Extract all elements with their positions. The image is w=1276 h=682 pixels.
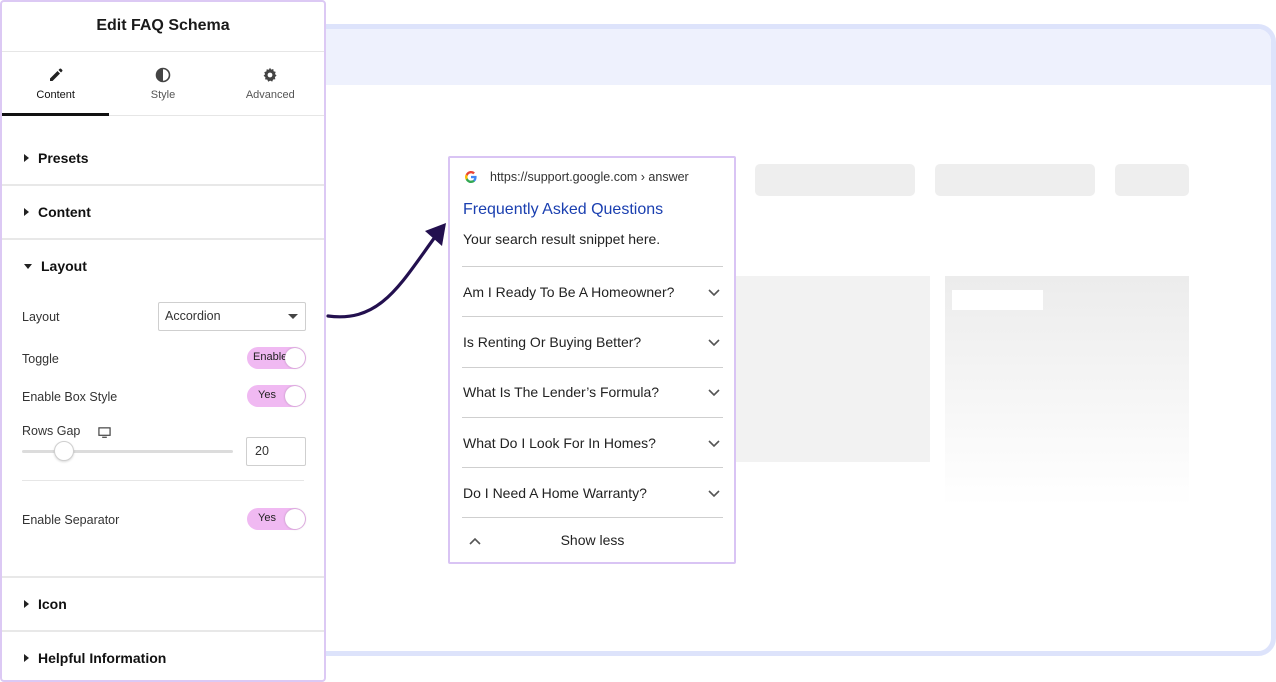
layout-select-value: Accordion (165, 309, 221, 323)
caret-right-icon (24, 654, 29, 662)
divider (22, 480, 304, 481)
placeholder-bar (935, 164, 1095, 196)
toggle-knob (285, 348, 305, 368)
section-header[interactable]: Layout (2, 240, 324, 292)
background-browser-frame (300, 24, 1276, 656)
section-title: Helpful Information (38, 650, 167, 666)
panel-tabs: Content Style Advanced (2, 52, 324, 116)
chevron-down-icon (708, 439, 720, 447)
monitor-icon[interactable] (98, 426, 111, 439)
tab-content[interactable]: Content (2, 52, 110, 116)
separator-label: Enable Separator (22, 513, 120, 527)
dropdown-arrow-icon (288, 314, 298, 319)
placeholder-card (945, 276, 1189, 506)
faq-question-text: Do I Need A Home Warranty? (463, 484, 647, 501)
layout-select[interactable]: Accordion (158, 302, 306, 331)
gear-icon (263, 67, 277, 82)
chevron-down-icon (708, 339, 720, 347)
caret-right-icon (24, 208, 29, 216)
faq-question[interactable]: Is Renting Or Buying Better? (462, 316, 723, 366)
tab-advanced[interactable]: Advanced (217, 52, 324, 115)
caret-right-icon (24, 154, 29, 162)
layout-controls: Layout Accordion Toggle Enable Enable Bo… (2, 292, 324, 576)
contrast-icon (155, 67, 171, 82)
result-url: https://support.google.com › answer (490, 170, 689, 184)
result-url-row[interactable]: https://support.google.com › answer (464, 170, 689, 184)
toggle-switch[interactable]: Enable (247, 347, 306, 369)
rows-gap-label: Rows Gap (22, 424, 81, 438)
section-title: Presets (38, 150, 89, 166)
box-style-label: Enable Box Style (22, 390, 118, 404)
caret-down-icon (24, 263, 32, 269)
curved-arrow-icon (326, 223, 446, 319)
rows-gap-slider-handle[interactable] (54, 441, 74, 461)
toggle-knob (285, 386, 305, 406)
show-less-button[interactable]: Show less (462, 517, 723, 562)
rows-gap-input[interactable]: 20 (246, 437, 306, 466)
result-title-link[interactable]: Frequently Asked Questions (463, 201, 663, 219)
placeholder-label (952, 290, 1043, 310)
placeholder-bar (1115, 164, 1189, 196)
search-result-card: https://support.google.com › answer Freq… (448, 156, 736, 564)
faq-question[interactable]: What Is The Lender’s Formula? (462, 366, 723, 417)
faq-question-text: Am I Ready To Be A Homeowner? (463, 283, 675, 300)
box-style-switch[interactable]: Yes (247, 385, 306, 407)
separator-switch-text: Yes (258, 512, 276, 524)
section-title: Icon (38, 596, 67, 612)
toggle-switch-text: Enable (253, 351, 288, 363)
caret-right-icon (24, 600, 29, 608)
section-title: Content (38, 204, 91, 220)
chevron-down-icon (708, 389, 720, 397)
show-less-label: Show less (560, 532, 625, 549)
google-logo-icon (465, 171, 477, 183)
section-header[interactable]: Icon (2, 578, 324, 630)
placeholder-card (715, 276, 930, 462)
tab-label: Content (36, 88, 75, 101)
faq-list: Am I Ready To Be A Homeowner? Is Renting… (462, 266, 723, 562)
tab-label: Style (150, 88, 176, 101)
background-topbar (305, 29, 1271, 85)
section-layout: Layout Layout Accordion Toggle Enable En… (2, 240, 324, 578)
separator-switch[interactable]: Yes (247, 508, 306, 530)
section-header[interactable]: Content (2, 186, 324, 238)
toggle-knob (285, 509, 305, 529)
tab-label: Advanced (245, 88, 295, 101)
section-icon[interactable]: Icon (2, 578, 324, 632)
result-snippet: Your search result snippet here. (463, 231, 661, 247)
faq-question[interactable]: Am I Ready To Be A Homeowner? (462, 266, 723, 316)
faq-question-text: Is Renting Or Buying Better? (463, 333, 642, 350)
editor-panel: Edit FAQ Schema Content Style Advanced P… (0, 0, 326, 682)
section-title: Layout (41, 258, 87, 274)
section-content[interactable]: Content (2, 186, 324, 240)
box-style-switch-text: Yes (258, 389, 276, 401)
chevron-down-icon (708, 289, 720, 296)
pencil-icon (49, 68, 63, 81)
section-helpful-information[interactable]: Helpful Information (2, 632, 324, 682)
toggle-label: Toggle (22, 352, 59, 366)
faq-question-text: What Do I Look For In Homes? (463, 434, 656, 451)
faq-question[interactable]: What Do I Look For In Homes? (462, 416, 723, 467)
faq-question[interactable]: Do I Need A Home Warranty? (462, 467, 723, 517)
section-presets[interactable]: Presets (2, 132, 324, 186)
faq-question-text: What Is The Lender’s Formula? (463, 384, 660, 401)
section-header[interactable]: Helpful Information (2, 632, 324, 682)
layout-label: Layout (22, 310, 60, 324)
chevron-down-icon (708, 490, 720, 497)
section-header[interactable]: Presets (2, 132, 324, 184)
placeholder-bar (755, 164, 915, 196)
tab-style[interactable]: Style (109, 52, 216, 115)
panel-title: Edit FAQ Schema (2, 2, 324, 52)
